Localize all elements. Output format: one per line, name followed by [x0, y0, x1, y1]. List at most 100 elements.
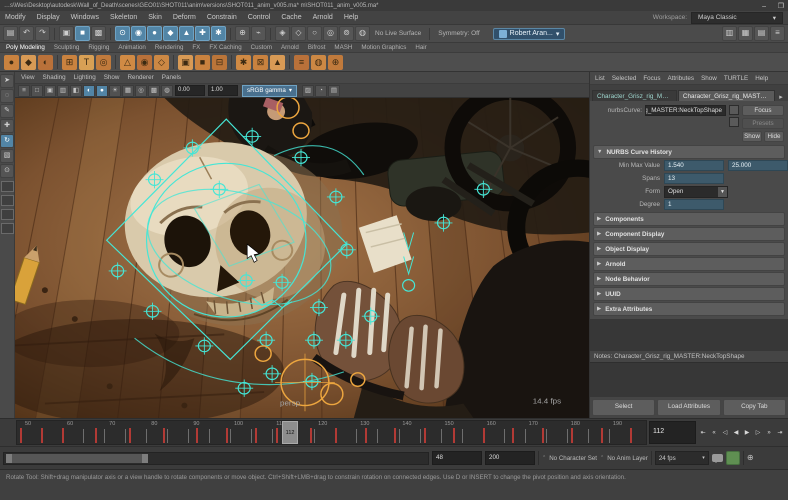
keyframe-tick[interactable] — [394, 428, 396, 443]
motion-blur-icon[interactable]: ▩ — [148, 85, 160, 97]
node-list-icon[interactable] — [729, 117, 739, 127]
keyframe-tick[interactable] — [512, 428, 514, 443]
booleans-icon[interactable]: ⊕ — [328, 55, 343, 70]
presets-button[interactable]: Presets — [742, 118, 784, 129]
range-slider[interactable] — [3, 452, 429, 465]
camera-settings-icon[interactable]: ▤ — [328, 85, 340, 97]
gate-mask-icon[interactable]: ▥ — [57, 85, 69, 97]
wireframe-on-shaded-icon[interactable]: ▨ — [302, 85, 314, 97]
hide-button[interactable]: Hide — [764, 131, 784, 142]
select-by-hierarchy-icon[interactable]: ▣ — [59, 26, 74, 41]
max-value-field[interactable]: 25.000 — [728, 160, 788, 171]
viewport-canvas[interactable]: persp 14.4 fps — [15, 98, 589, 418]
pin-node-icon[interactable] — [729, 105, 739, 115]
menu-display[interactable]: Display — [37, 14, 60, 21]
keyframe-tick[interactable] — [424, 428, 426, 443]
shelf-tab-hair[interactable]: Hair — [415, 44, 426, 51]
step-forward-frame-button[interactable]: ▷ — [753, 427, 763, 439]
keyframe-tick[interactable] — [310, 428, 312, 443]
multi-cut-icon[interactable]: ✱ — [236, 55, 251, 70]
lights-icon[interactable]: ☀ — [109, 85, 121, 97]
panel-menu-panels[interactable]: Panels — [162, 74, 181, 81]
shelf-tab-custom[interactable]: Custom — [251, 44, 272, 51]
ae-menu-list[interactable]: List — [595, 75, 605, 82]
notes-field[interactable] — [590, 362, 788, 397]
shaded-icon[interactable]: ◐ — [83, 85, 95, 97]
layout-split-button[interactable] — [1, 209, 14, 220]
menu-help[interactable]: Help — [344, 14, 358, 21]
view-transform-dropdown[interactable]: sRGB gamma ▾ — [242, 85, 297, 97]
paint-select-tool[interactable]: ✎ — [0, 104, 14, 118]
menu-control[interactable]: Control — [248, 14, 271, 21]
poly-cube-icon[interactable]: ◆ — [21, 55, 36, 70]
section-extra-attributes[interactable]: ▶Extra Attributes — [593, 302, 785, 316]
animation-preferences-icon[interactable]: ⊕ — [747, 452, 754, 464]
isolate-icon[interactable]: ◍ — [161, 85, 173, 97]
tab-necktopshape[interactable]: Character_Grisz_rig_MASTER:NeckTopShape — [678, 90, 775, 101]
ae-menu-turtle[interactable]: TURTLE — [724, 75, 748, 82]
keyframe-tick[interactable] — [196, 428, 198, 443]
rotate-tool[interactable]: ↻ — [0, 134, 14, 148]
character-picker-chip[interactable]: Robert Aran... ▾ — [493, 28, 566, 40]
keyframe-tick[interactable] — [276, 428, 278, 443]
menu-cache[interactable]: Cache — [281, 14, 301, 21]
poly-torus-icon[interactable]: ◎ — [96, 55, 111, 70]
text-tool-icon[interactable]: T — [79, 55, 94, 70]
keyframe-tick[interactable] — [95, 428, 97, 443]
field-chart-icon[interactable]: ◧ — [70, 85, 82, 97]
section-uuid[interactable]: ▶UUID — [593, 287, 785, 301]
keyframe-tick[interactable] — [453, 428, 455, 443]
move-tool[interactable]: ✚ — [0, 119, 14, 133]
panel-menu-show[interactable]: Show — [104, 74, 120, 81]
range-start-handle[interactable] — [6, 454, 12, 463]
highlight-selection-icon[interactable]: ⌁ — [251, 26, 266, 41]
auto-key-toggle[interactable] — [726, 451, 740, 465]
poly-cylinder-icon[interactable]: ◐ — [38, 55, 53, 70]
shelf-tab-sculpting[interactable]: Sculpting — [54, 44, 79, 51]
layout-single-pane-button[interactable] — [1, 181, 14, 192]
step-back-key-button[interactable]: « — [709, 427, 719, 439]
ae-menu-show[interactable]: Show — [701, 75, 717, 82]
menu-arnold[interactable]: Arnold — [313, 14, 333, 21]
tab-overflow-icon[interactable]: ▸ — [776, 93, 786, 101]
show-button[interactable]: Show — [742, 131, 762, 142]
shelf-tab-bifrost[interactable]: Bifrost — [308, 44, 326, 51]
redo-icon[interactable]: ↷ — [35, 26, 50, 41]
quad-draw-icon[interactable]: ≡ — [294, 55, 309, 70]
section-object-display[interactable]: ▶Object Display — [593, 242, 785, 256]
target-weld-icon[interactable]: ⊠ — [253, 55, 268, 70]
crease-icon[interactable]: ◍ — [311, 55, 326, 70]
occlusion-icon[interactable]: ◎ — [135, 85, 147, 97]
keyframe-tick[interactable] — [62, 428, 64, 443]
shelf-tab-animation[interactable]: Animation — [118, 44, 146, 51]
keyframe-tick[interactable] — [163, 428, 165, 443]
keyframe-tick[interactable] — [335, 428, 337, 443]
menu-skin[interactable]: Skin — [148, 14, 162, 21]
character-set-dropdown[interactable]: ⌃ No Character Set — [542, 455, 597, 462]
ae-menu-focus[interactable]: Focus — [643, 75, 660, 82]
keyframe-tick[interactable] — [571, 428, 573, 443]
menu-skeleton[interactable]: Skeleton — [110, 14, 137, 21]
range-end-field[interactable]: 200 — [485, 451, 535, 465]
xray-icon[interactable]: ◔ — [315, 85, 327, 97]
keyframe-tick[interactable] — [630, 428, 632, 443]
section-components[interactable]: ▶Components — [593, 212, 785, 226]
min-value-field[interactable]: 1.540 — [664, 160, 724, 171]
focus-button[interactable]: Focus — [742, 105, 784, 116]
snap-grid-icon[interactable]: ◈ — [275, 26, 290, 41]
section-node-behavior[interactable]: ▶Node Behavior — [593, 272, 785, 286]
workspace-dropdown[interactable]: Maya Classic ▾ — [691, 12, 783, 24]
keyframe-tick[interactable] — [542, 428, 544, 443]
keyframe-tick[interactable] — [129, 428, 131, 443]
gamma-field[interactable]: 1.00 — [208, 85, 238, 96]
play-forwards-button[interactable]: ▶ — [742, 427, 752, 439]
section-arnold[interactable]: ▶Arnold — [593, 257, 785, 271]
snap-curve-icon[interactable]: ◇ — [291, 26, 306, 41]
range-slider-active-range[interactable] — [6, 454, 148, 463]
shelf-tab-mash[interactable]: MASH — [334, 44, 352, 51]
anim-layer-dropdown[interactable]: ⌃ No Anim Layer — [600, 455, 648, 462]
menu-deform[interactable]: Deform — [173, 14, 196, 21]
mask-deformers-icon[interactable]: ▲ — [179, 26, 194, 41]
mask-dynamics-icon[interactable]: ✚ — [195, 26, 210, 41]
section-nurbs-curve-history[interactable]: ▼ NURBS Curve History — [593, 145, 785, 159]
